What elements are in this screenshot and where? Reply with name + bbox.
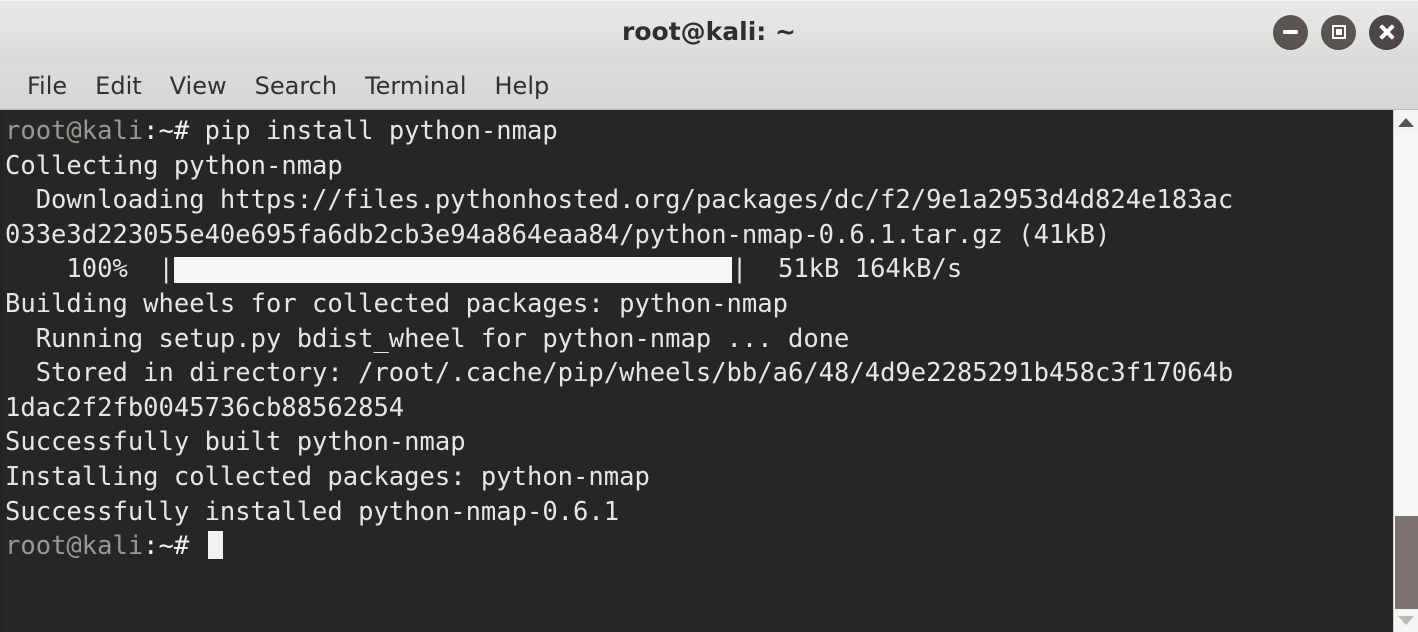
window-title: root@kali: ~ (622, 17, 796, 46)
progress-bar-fill (173, 256, 732, 283)
maximize-icon (1331, 25, 1346, 39)
menu-item-view[interactable]: View (157, 70, 240, 102)
terminal-line: Installing collected packages: python-nm… (5, 461, 650, 492)
terminal-line: Successfully built python-nmap (5, 427, 466, 458)
chevron-down-icon (1398, 615, 1414, 625)
terminal-output[interactable]: root@kali:~# pip install python-nmap Col… (3, 110, 1393, 632)
terminal-window: root@kali: ~ File Edit View Search Termi… (0, 0, 1418, 632)
terminal-line: Collecting python-nmap (5, 150, 343, 181)
terminal-line: Stored in directory: /root/.cache/pip/wh… (5, 358, 1234, 389)
command-text: pip install python-nmap (189, 116, 558, 146)
progress-percent: 100% (5, 254, 159, 285)
menu-bar: File Edit View Search Terminal Help (0, 62, 1418, 110)
maximize-button[interactable] (1321, 14, 1356, 50)
terminal-line: Successfully installed python-nmap-0.6.1 (5, 496, 620, 527)
progress-right-bracket: | (731, 254, 763, 285)
terminal-line: 1dac2f2fb0045736cb88562854 (5, 392, 405, 423)
download-progress-line: 100% | | 51kB 164kB/s (5, 252, 1393, 287)
prompt-symbol: :~# (143, 531, 205, 562)
terminal-line: 033e3d223055e40e695fa6db2cb3e94a864eaa84… (5, 219, 1111, 250)
scrollbar-track[interactable] (1394, 134, 1418, 609)
progress-left-bracket: | (158, 254, 174, 285)
prompt-user: root@kali (5, 531, 144, 562)
scroll-down-button[interactable] (1394, 608, 1418, 632)
terminal-area[interactable]: root@kali:~# pip install python-nmap Col… (0, 110, 1418, 632)
text-cursor (207, 531, 223, 560)
terminal-line: Running setup.py bdist_wheel for python-… (5, 323, 850, 354)
scroll-up-button[interactable] (1394, 110, 1418, 134)
menu-item-search[interactable]: Search (242, 70, 350, 102)
terminal-line: Building wheels for collected packages: … (5, 288, 788, 319)
terminal-line: Downloading https://files.pythonhosted.o… (5, 185, 1234, 216)
menu-item-file[interactable]: File (14, 70, 80, 102)
terminal-line-command: root@kali:~# pip install python-nmap (5, 114, 1393, 149)
minimize-button[interactable] (1273, 14, 1308, 50)
chevron-up-icon (1398, 117, 1414, 127)
menu-item-edit[interactable]: Edit (82, 70, 154, 102)
menu-item-terminal[interactable]: Terminal (352, 70, 479, 102)
close-icon (1379, 24, 1395, 40)
scrollbar-thumb[interactable] (1395, 516, 1418, 609)
title-bar[interactable]: root@kali: ~ (0, 0, 1418, 62)
scrollbar[interactable] (1393, 110, 1418, 632)
close-button[interactable] (1369, 14, 1404, 50)
prompt-user: root@kali (5, 116, 144, 146)
prompt-symbol: :~# (143, 116, 190, 146)
menu-item-help[interactable]: Help (482, 70, 563, 102)
progress-stats: 51kB 164kB/s (762, 254, 963, 285)
minimize-icon (1283, 30, 1298, 34)
window-controls (1273, 1, 1404, 63)
terminal-line-prompt-active: root@kali:~# (5, 529, 1393, 564)
